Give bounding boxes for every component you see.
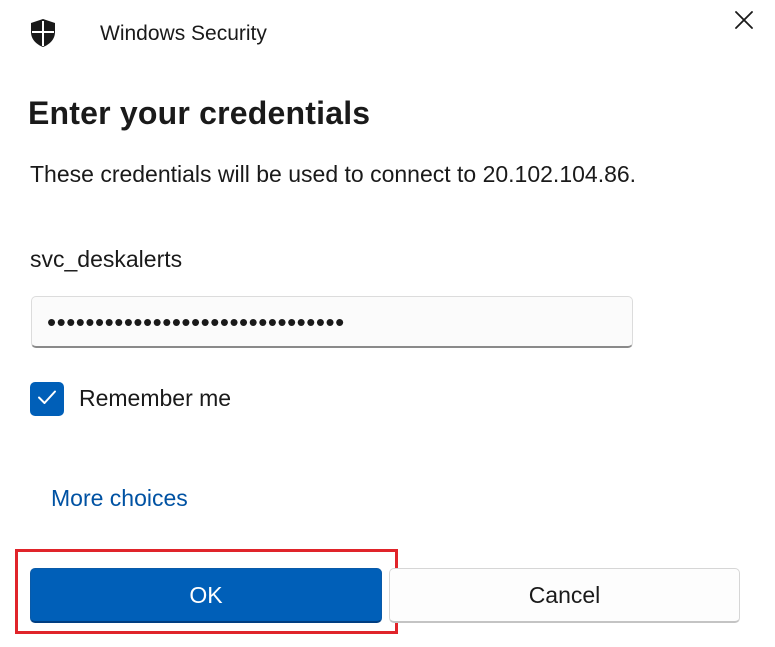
- remember-me-label[interactable]: Remember me: [79, 385, 231, 412]
- close-button[interactable]: [728, 6, 760, 38]
- password-value: •••••••••••••••••••••••••••••••: [47, 306, 345, 337]
- more-choices-link[interactable]: More choices: [51, 485, 188, 512]
- close-icon: [735, 10, 753, 34]
- description-text: These credentials will be used to connec…: [30, 161, 637, 187]
- credentials-dialog: Windows Security Enter your credentials …: [0, 0, 775, 647]
- password-field[interactable]: •••••••••••••••••••••••••••••••: [31, 296, 633, 348]
- ok-button[interactable]: OK: [30, 568, 382, 623]
- username-label: svc_deskalerts: [30, 246, 183, 272]
- window-title: Windows Security: [100, 22, 267, 45]
- cancel-button[interactable]: Cancel: [389, 568, 740, 623]
- page-title: Enter your credentials: [28, 95, 371, 131]
- checkmark-icon: [37, 389, 57, 410]
- shield-icon: [29, 18, 57, 48]
- remember-me-checkbox[interactable]: [30, 382, 64, 416]
